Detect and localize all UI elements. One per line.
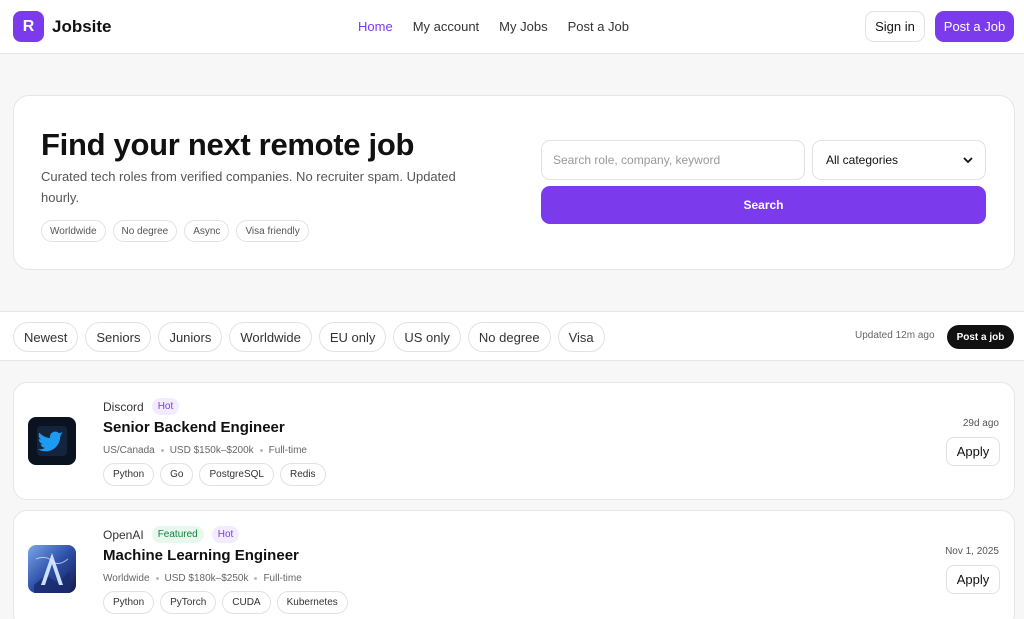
search-button[interactable]: Search [541,186,986,224]
featured-badge: Featured [151,526,204,543]
job-type: Full-time [268,445,307,456]
nav-link-my-account[interactable]: My account [413,19,479,34]
job-tag[interactable]: CUDA [222,591,271,614]
job-location: Worldwide [103,573,150,584]
filter-chip-juniors[interactable]: Juniors [158,322,223,352]
job-tag[interactable]: PyTorch [160,591,217,614]
filter-chip-no-degree[interactable]: No degree [467,322,551,352]
filter-chips: Newest Seniors Juniors Worldwide EU only… [13,322,605,352]
job-tag[interactable]: Redis [279,463,326,486]
job-tag[interactable]: Kubernetes [276,591,348,614]
company-logo [28,417,76,465]
filter-bar: Newest Seniors Juniors Worldwide EU only… [0,311,1024,361]
hero-chips: Worldwide No degree Async Visa friendly [41,220,309,242]
separator-dot [254,577,258,580]
company-name[interactable]: OpenAI [103,528,144,542]
hot-badge: Hot [211,526,240,543]
job-card[interactable]: Discord Hot Senior Backend Engineer US/C… [13,382,1015,500]
job-salary: USD $150k–$200k [169,445,254,456]
category-select-value: All categories [826,153,899,167]
filter-chip-worldwide[interactable]: Worldwide [229,322,312,352]
job-tag[interactable]: Go [160,463,194,486]
nav-link-my-jobs[interactable]: My Jobs [499,19,547,34]
page-title: Find your next remote job [41,127,415,162]
filter-chip-us-only[interactable]: US only [393,322,461,352]
job-type: Full-time [263,573,302,584]
posted-date: 29d ago [962,418,999,429]
separator-dot [259,449,263,452]
brand[interactable]: R Jobsite [13,11,112,42]
job-card[interactable]: OpenAI Featured Hot Machine Learning Eng… [13,510,1015,619]
job-location: US/Canada [103,445,155,456]
job-tag[interactable]: PostgreSQL [199,463,274,486]
job-meta: Worldwide USD $180k–$250k Full-time [103,573,302,584]
filter-chip-visa[interactable]: Visa [557,322,605,352]
job-meta: US/Canada USD $150k–$200k Full-time [103,445,307,456]
nav-link-home[interactable]: Home [358,19,393,34]
job-title[interactable]: Senior Backend Engineer [103,419,285,436]
hero-subtitle: Curated tech roles from verified compani… [41,169,456,205]
company-name[interactable]: Discord [103,400,144,414]
job-tag[interactable]: Python [103,591,155,614]
separator-dot [160,449,164,452]
job-tag[interactable]: Python [103,463,155,486]
chevron-down-icon [963,156,973,163]
filter-chip-eu-only[interactable]: EU only [318,322,387,352]
separator-dot [155,577,159,580]
company-row: Discord Hot [103,398,180,415]
brand-logo: R [13,11,44,42]
hot-badge: Hot [151,398,180,415]
filter-chip-seniors[interactable]: Seniors [85,322,152,352]
top-navigation: R Jobsite Home My account My Jobs Post a… [0,0,1024,54]
job-title[interactable]: Machine Learning Engineer [103,547,299,564]
hero-panel: Find your next remote job Curated tech r… [13,95,1015,270]
post-job-button[interactable]: Post a Job [935,11,1014,42]
brand-name: Jobsite [52,16,112,36]
job-tags: Python Go PostgreSQL Redis [103,463,326,486]
apply-button[interactable]: Apply [946,565,1000,594]
search-input[interactable]: Search role, company, keyword [541,140,805,180]
job-salary: USD $180k–$250k [164,573,249,584]
hero-chip[interactable]: Worldwide [41,220,106,242]
job-tags: Python PyTorch CUDA Kubernetes [103,591,348,614]
posted-date: Nov 1, 2025 [945,546,999,557]
main-nav: Home My account My Jobs Post a Job [358,19,629,34]
sign-in-button[interactable]: Sign in [865,11,925,42]
company-row: OpenAI Featured Hot [103,526,240,543]
company-logo [28,545,76,593]
filter-chip-newest[interactable]: Newest [13,322,79,352]
hero-chip[interactable]: Async [184,220,230,242]
updated-status: Updated 12m ago [855,330,935,341]
post-job-dark-button[interactable]: Post a job [947,325,1014,349]
abstract-a-icon [28,545,76,593]
nav-link-post-a-job[interactable]: Post a Job [568,19,629,34]
apply-button[interactable]: Apply [946,437,1000,466]
bird-icon [28,417,76,465]
hero-chip[interactable]: No degree [112,220,178,242]
hero-chip[interactable]: Visa friendly [236,220,309,242]
category-select[interactable]: All categories [812,140,986,180]
